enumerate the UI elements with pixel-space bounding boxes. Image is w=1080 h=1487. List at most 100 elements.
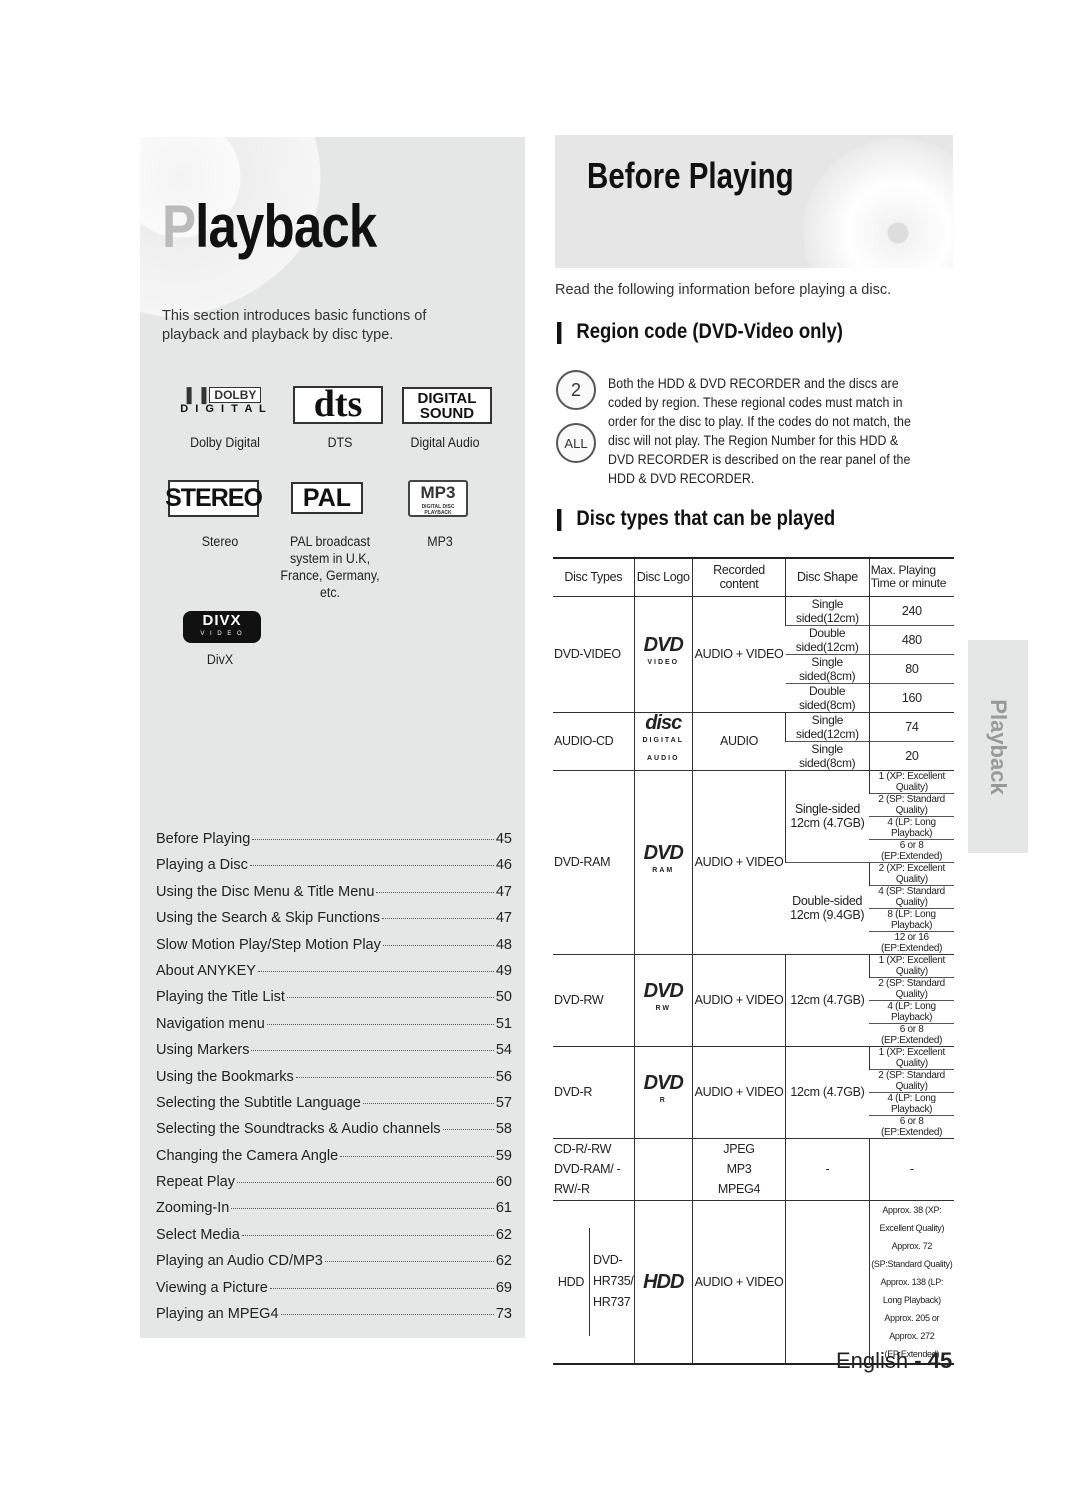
toc-label: Selecting the Soundtracks & Audio channe… <box>156 1121 441 1138</box>
column-header: Disc Types <box>553 557 635 597</box>
toc-label: Repeat Play <box>156 1174 235 1191</box>
dot-leader <box>286 997 494 999</box>
toc-entry[interactable]: About ANYKEY 49 <box>156 963 512 989</box>
playing-time: 160 <box>868 682 954 712</box>
toc-entry[interactable]: Using the Disc Menu & Title Menu 47 <box>156 884 512 910</box>
recorded-content: AUDIO <box>691 711 786 770</box>
logo-caption: MP3 <box>427 534 453 549</box>
toc-label: Changing the Camera Angle <box>156 1147 339 1164</box>
disc-shape: Single-sided 12cm (4.7GB) <box>785 769 870 862</box>
toc-page: 61 <box>495 1200 512 1217</box>
dvd-r-logo: DVD R <box>633 1045 693 1138</box>
toc-entry[interactable]: Using the Bookmarks 56 <box>156 1069 512 1095</box>
toc-entry[interactable]: Playing an Audio CD/MP3 62 <box>156 1253 512 1279</box>
toc-label: Viewing a Picture <box>156 1279 268 1296</box>
disc-shape: Single sided(8cm) <box>785 653 870 683</box>
toc-entry[interactable]: Before Playing 45 <box>156 831 512 857</box>
dot-leader <box>382 944 494 946</box>
toc-page: 73 <box>495 1306 512 1323</box>
hdd-time: Approx. 138 (LP: Long Playback) <box>880 1276 944 1305</box>
section-intro: This section introduces basic functions … <box>162 308 427 343</box>
hdd-time: Approx. 72 (SP:Standard Quality) <box>871 1240 953 1269</box>
toc-page: 50 <box>495 989 512 1006</box>
toc-entry[interactable]: Select Media 62 <box>156 1227 512 1253</box>
toc-entry[interactable]: Playing an MPEG4 73 <box>156 1306 512 1332</box>
pal-logo: PAL <box>291 482 363 514</box>
disc-shape: Single sided(12cm) <box>785 711 870 741</box>
dot-leader <box>382 918 494 920</box>
disc-shape: Double sided(8cm) <box>785 682 870 712</box>
toc-entry[interactable]: Using the Search & Skip Functions 47 <box>156 910 512 936</box>
toc-page: 49 <box>495 962 512 979</box>
logo-caption: Dolby Digital <box>190 435 260 450</box>
dot-leader <box>237 1182 494 1184</box>
region-heading: Region code (DVD-Video only) <box>557 320 843 344</box>
column-header: Disc Logo <box>633 557 693 597</box>
table-row: DVD-RW DVD RW AUDIO + VIDEO 12cm (4.7GB) 1 (X… <box>553 953 954 1046</box>
section-title: Playback <box>162 193 377 260</box>
disc-types-heading: Disc types that can be played <box>557 507 835 531</box>
disc-type: DVD-RW <box>553 953 635 1046</box>
playing-time: 20 <box>868 740 954 770</box>
mp3-logo: MP3 DIGITAL DISC PLAYBACK <box>408 480 468 517</box>
toc-page: 58 <box>495 1121 512 1138</box>
toc-entry[interactable]: Zooming-In 61 <box>156 1200 512 1226</box>
playing-time: 80 <box>868 653 954 683</box>
toc-page: 62 <box>495 1253 512 1270</box>
playing-time: 8 (LP: Long Playback) <box>869 907 954 931</box>
recorded-content: JPEG MP3 MPEG4 <box>691 1137 786 1200</box>
section-side-tab[interactable]: Playback <box>968 640 1028 853</box>
table-row: Disc Types Disc Logo Recorded content Disc … <box>553 557 954 597</box>
toc-entry[interactable]: Repeat Play 60 <box>156 1174 512 1200</box>
hdd-logo: HDD <box>633 1199 693 1364</box>
toc-entry[interactable]: Selecting the Subtitle Language 57 <box>156 1095 512 1121</box>
toc-page: 47 <box>495 883 512 900</box>
playing-time: 2 (SP: Standard Quality) <box>869 1068 954 1092</box>
disc-shape: Single sided(8cm) <box>785 740 870 770</box>
dvd-video-logo: DVD VIDEO <box>633 595 693 712</box>
dolby-digital-logo: ▌▐ DOLBY D I G I T A L <box>180 387 268 415</box>
playing-time: 4 (LP: Long Playback) <box>869 1091 954 1115</box>
disc-type: DVD-RAM <box>553 769 635 954</box>
toc-entry[interactable]: Using Markers 54 <box>156 1042 512 1068</box>
toc-label: Playing a Disc <box>156 857 248 874</box>
table-row: DVD-RAM DVD RAM AUDIO + VIDEO Single-sided 1… <box>553 769 954 954</box>
toc-entry[interactable]: Playing the Title List 50 <box>156 989 512 1015</box>
toc-page: 57 <box>495 1094 512 1111</box>
playing-time: 6 or 8 (EP:Extended) <box>869 838 954 862</box>
toc-entry[interactable]: Viewing a Picture 69 <box>156 1280 512 1306</box>
toc-entry[interactable]: Selecting the Soundtracks & Audio channe… <box>156 1121 512 1147</box>
playing-time: - <box>868 1137 954 1200</box>
toc-entry[interactable]: Navigation menu 51 <box>156 1016 512 1042</box>
dot-leader <box>295 1076 494 1078</box>
playing-time: 2 (SP: Standard Quality) <box>869 792 954 816</box>
playing-time: 480 <box>868 624 954 654</box>
dot-leader <box>241 1234 494 1236</box>
playing-time: Approx. 38 (XP: Excellent Quality) Approx… <box>868 1199 954 1364</box>
toc-label: Using Markers <box>156 1042 250 1059</box>
recorded-content: AUDIO + VIDEO <box>691 1045 786 1138</box>
toc-entry[interactable]: Playing a Disc 46 <box>156 857 512 883</box>
logo-caption: PAL broadcast system in U.K, France, Ger… <box>280 534 380 600</box>
hdd-time: Approx. 38 (XP: Excellent Quality) <box>879 1204 945 1233</box>
toc-label: Select Media <box>156 1226 240 1243</box>
dot-leader <box>376 891 494 893</box>
dts-logo: dts <box>293 385 383 424</box>
hdd-model: DVD- HR735/ HR737 <box>593 1253 634 1309</box>
toc-label: Playing an MPEG4 <box>156 1306 279 1323</box>
toc-label: Playing an Audio CD/MP3 <box>156 1253 323 1270</box>
toc-entry[interactable]: Slow Motion Play/Step Motion Play 48 <box>156 937 512 963</box>
page-title: Before Playing <box>587 155 794 196</box>
toc-page: 51 <box>495 1015 512 1032</box>
disc-type: HDD DVD- HR735/ HR737 <box>553 1199 635 1364</box>
toc-page: 48 <box>495 936 512 953</box>
toc-label: Using the Bookmarks <box>156 1068 294 1085</box>
dot-leader <box>252 839 494 840</box>
dot-leader <box>249 865 494 867</box>
divx-logo: DIVX V I D E O <box>183 611 261 643</box>
playing-time: 240 <box>868 595 954 625</box>
toc-entry[interactable]: Changing the Camera Angle 59 <box>156 1148 512 1174</box>
recorded-content: AUDIO + VIDEO <box>691 1199 786 1364</box>
dot-leader <box>324 1261 494 1263</box>
toc-page: 62 <box>495 1226 512 1243</box>
